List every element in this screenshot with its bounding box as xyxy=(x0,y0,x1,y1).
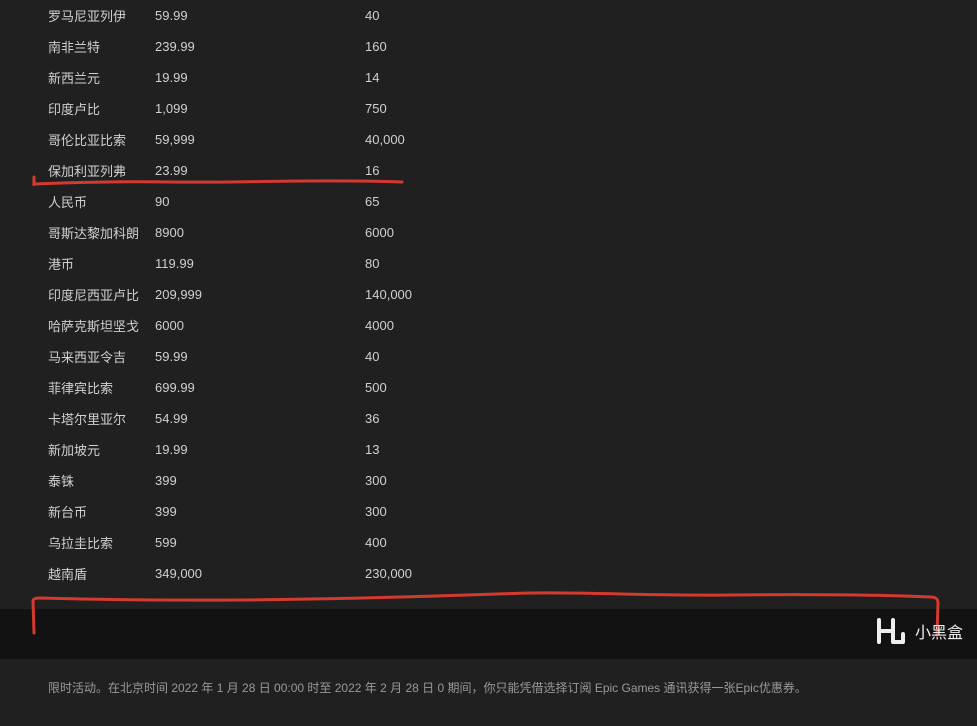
table-row: 乌拉圭比索599400 xyxy=(0,527,977,558)
price-value-2: 500 xyxy=(357,372,977,403)
table-row: 泰铢399300 xyxy=(0,465,977,496)
price-value-2: 36 xyxy=(357,403,977,434)
price-value-1: 399 xyxy=(147,496,357,527)
table-row: 新加坡元19.9913 xyxy=(0,434,977,465)
price-value-2: 80 xyxy=(357,248,977,279)
price-value-1: 19.99 xyxy=(147,62,357,93)
table-row: 新西兰元19.9914 xyxy=(0,62,977,93)
price-value-1: 239.99 xyxy=(147,31,357,62)
price-value-2: 65 xyxy=(357,186,977,217)
currency-name: 印度尼西亚卢比 xyxy=(0,279,147,310)
watermark: 小黑盒 xyxy=(873,614,963,648)
price-value-1: 209,999 xyxy=(147,279,357,310)
price-value-1: 23.99 xyxy=(147,155,357,186)
price-value-1: 1,099 xyxy=(147,93,357,124)
price-value-1: 699.99 xyxy=(147,372,357,403)
price-value-1: 90 xyxy=(147,186,357,217)
price-value-1: 599 xyxy=(147,527,357,558)
table-row: 港币119.9980 xyxy=(0,248,977,279)
currency-name: 哥斯达黎加科朗 xyxy=(0,217,147,248)
price-value-2: 750 xyxy=(357,93,977,124)
table-row: 南非兰特239.99160 xyxy=(0,31,977,62)
price-value-1: 119.99 xyxy=(147,248,357,279)
currency-name: 哥伦比亚比索 xyxy=(0,124,147,155)
price-value-1: 6000 xyxy=(147,310,357,341)
currency-name: 南非兰特 xyxy=(0,31,147,62)
currency-name: 越南盾 xyxy=(0,558,147,589)
price-value-1: 59,999 xyxy=(147,124,357,155)
table-row: 人民币9065 xyxy=(0,186,977,217)
price-value-1: 349,000 xyxy=(147,558,357,589)
table-row: 哈萨克斯坦坚戈60004000 xyxy=(0,310,977,341)
price-value-1: 399 xyxy=(147,465,357,496)
table-row: 印度尼西亚卢比209,999140,000 xyxy=(0,279,977,310)
price-value-1: 59.99 xyxy=(147,341,357,372)
price-value-2: 6000 xyxy=(357,217,977,248)
price-value-1: 19.99 xyxy=(147,434,357,465)
table-row: 马来西亚令吉59.9940 xyxy=(0,341,977,372)
price-value-1: 54.99 xyxy=(147,403,357,434)
currency-name: 泰铢 xyxy=(0,465,147,496)
currency-name: 菲律宾比索 xyxy=(0,372,147,403)
price-value-2: 400 xyxy=(357,527,977,558)
price-value-2: 300 xyxy=(357,496,977,527)
currency-name: 马来西亚令吉 xyxy=(0,341,147,372)
currency-name: 乌拉圭比索 xyxy=(0,527,147,558)
table-row: 越南盾349,000230,000 xyxy=(0,558,977,589)
table-row: 新台币399300 xyxy=(0,496,977,527)
currency-name: 印度卢比 xyxy=(0,93,147,124)
price-value-2: 13 xyxy=(357,434,977,465)
price-value-2: 14 xyxy=(357,62,977,93)
price-value-2: 160 xyxy=(357,31,977,62)
price-value-2: 16 xyxy=(357,155,977,186)
currency-name: 保加利亚列弗 xyxy=(0,155,147,186)
watermark-label: 小黑盒 xyxy=(915,619,963,643)
currency-name: 哈萨克斯坦坚戈 xyxy=(0,310,147,341)
table-row: 卡塔尔里亚尔54.9936 xyxy=(0,403,977,434)
price-table-container: 罗马尼亚列伊59.9940南非兰特239.99160新西兰元19.9914印度卢… xyxy=(0,0,977,609)
price-value-2: 300 xyxy=(357,465,977,496)
watermark-icon xyxy=(873,614,907,648)
price-value-2: 230,000 xyxy=(357,558,977,589)
price-value-2: 40 xyxy=(357,341,977,372)
section-gap xyxy=(0,609,977,659)
price-value-2: 40,000 xyxy=(357,124,977,155)
currency-name: 新台币 xyxy=(0,496,147,527)
price-value-2: 140,000 xyxy=(357,279,977,310)
currency-name: 人民币 xyxy=(0,186,147,217)
table-row: 罗马尼亚列伊59.9940 xyxy=(0,0,977,31)
currency-name: 罗马尼亚列伊 xyxy=(0,0,147,31)
table-row: 印度卢比1,099750 xyxy=(0,93,977,124)
price-value-1: 8900 xyxy=(147,217,357,248)
table-row: 菲律宾比索699.99500 xyxy=(0,372,977,403)
currency-name: 新加坡元 xyxy=(0,434,147,465)
price-value-2: 40 xyxy=(357,0,977,31)
currency-name: 港币 xyxy=(0,248,147,279)
footer-text: 限时活动。在北京时间 2022 年 1 月 28 日 00:00 时至 2022… xyxy=(48,681,807,695)
currency-name: 新西兰元 xyxy=(0,62,147,93)
footer-disclaimer: 限时活动。在北京时间 2022 年 1 月 28 日 00:00 时至 2022… xyxy=(0,659,977,726)
table-row: 哥斯达黎加科朗89006000 xyxy=(0,217,977,248)
currency-name: 卡塔尔里亚尔 xyxy=(0,403,147,434)
table-row: 保加利亚列弗23.9916 xyxy=(0,155,977,186)
price-value-2: 4000 xyxy=(357,310,977,341)
price-table: 罗马尼亚列伊59.9940南非兰特239.99160新西兰元19.9914印度卢… xyxy=(0,0,977,589)
table-row: 哥伦比亚比索59,99940,000 xyxy=(0,124,977,155)
price-value-1: 59.99 xyxy=(147,0,357,31)
